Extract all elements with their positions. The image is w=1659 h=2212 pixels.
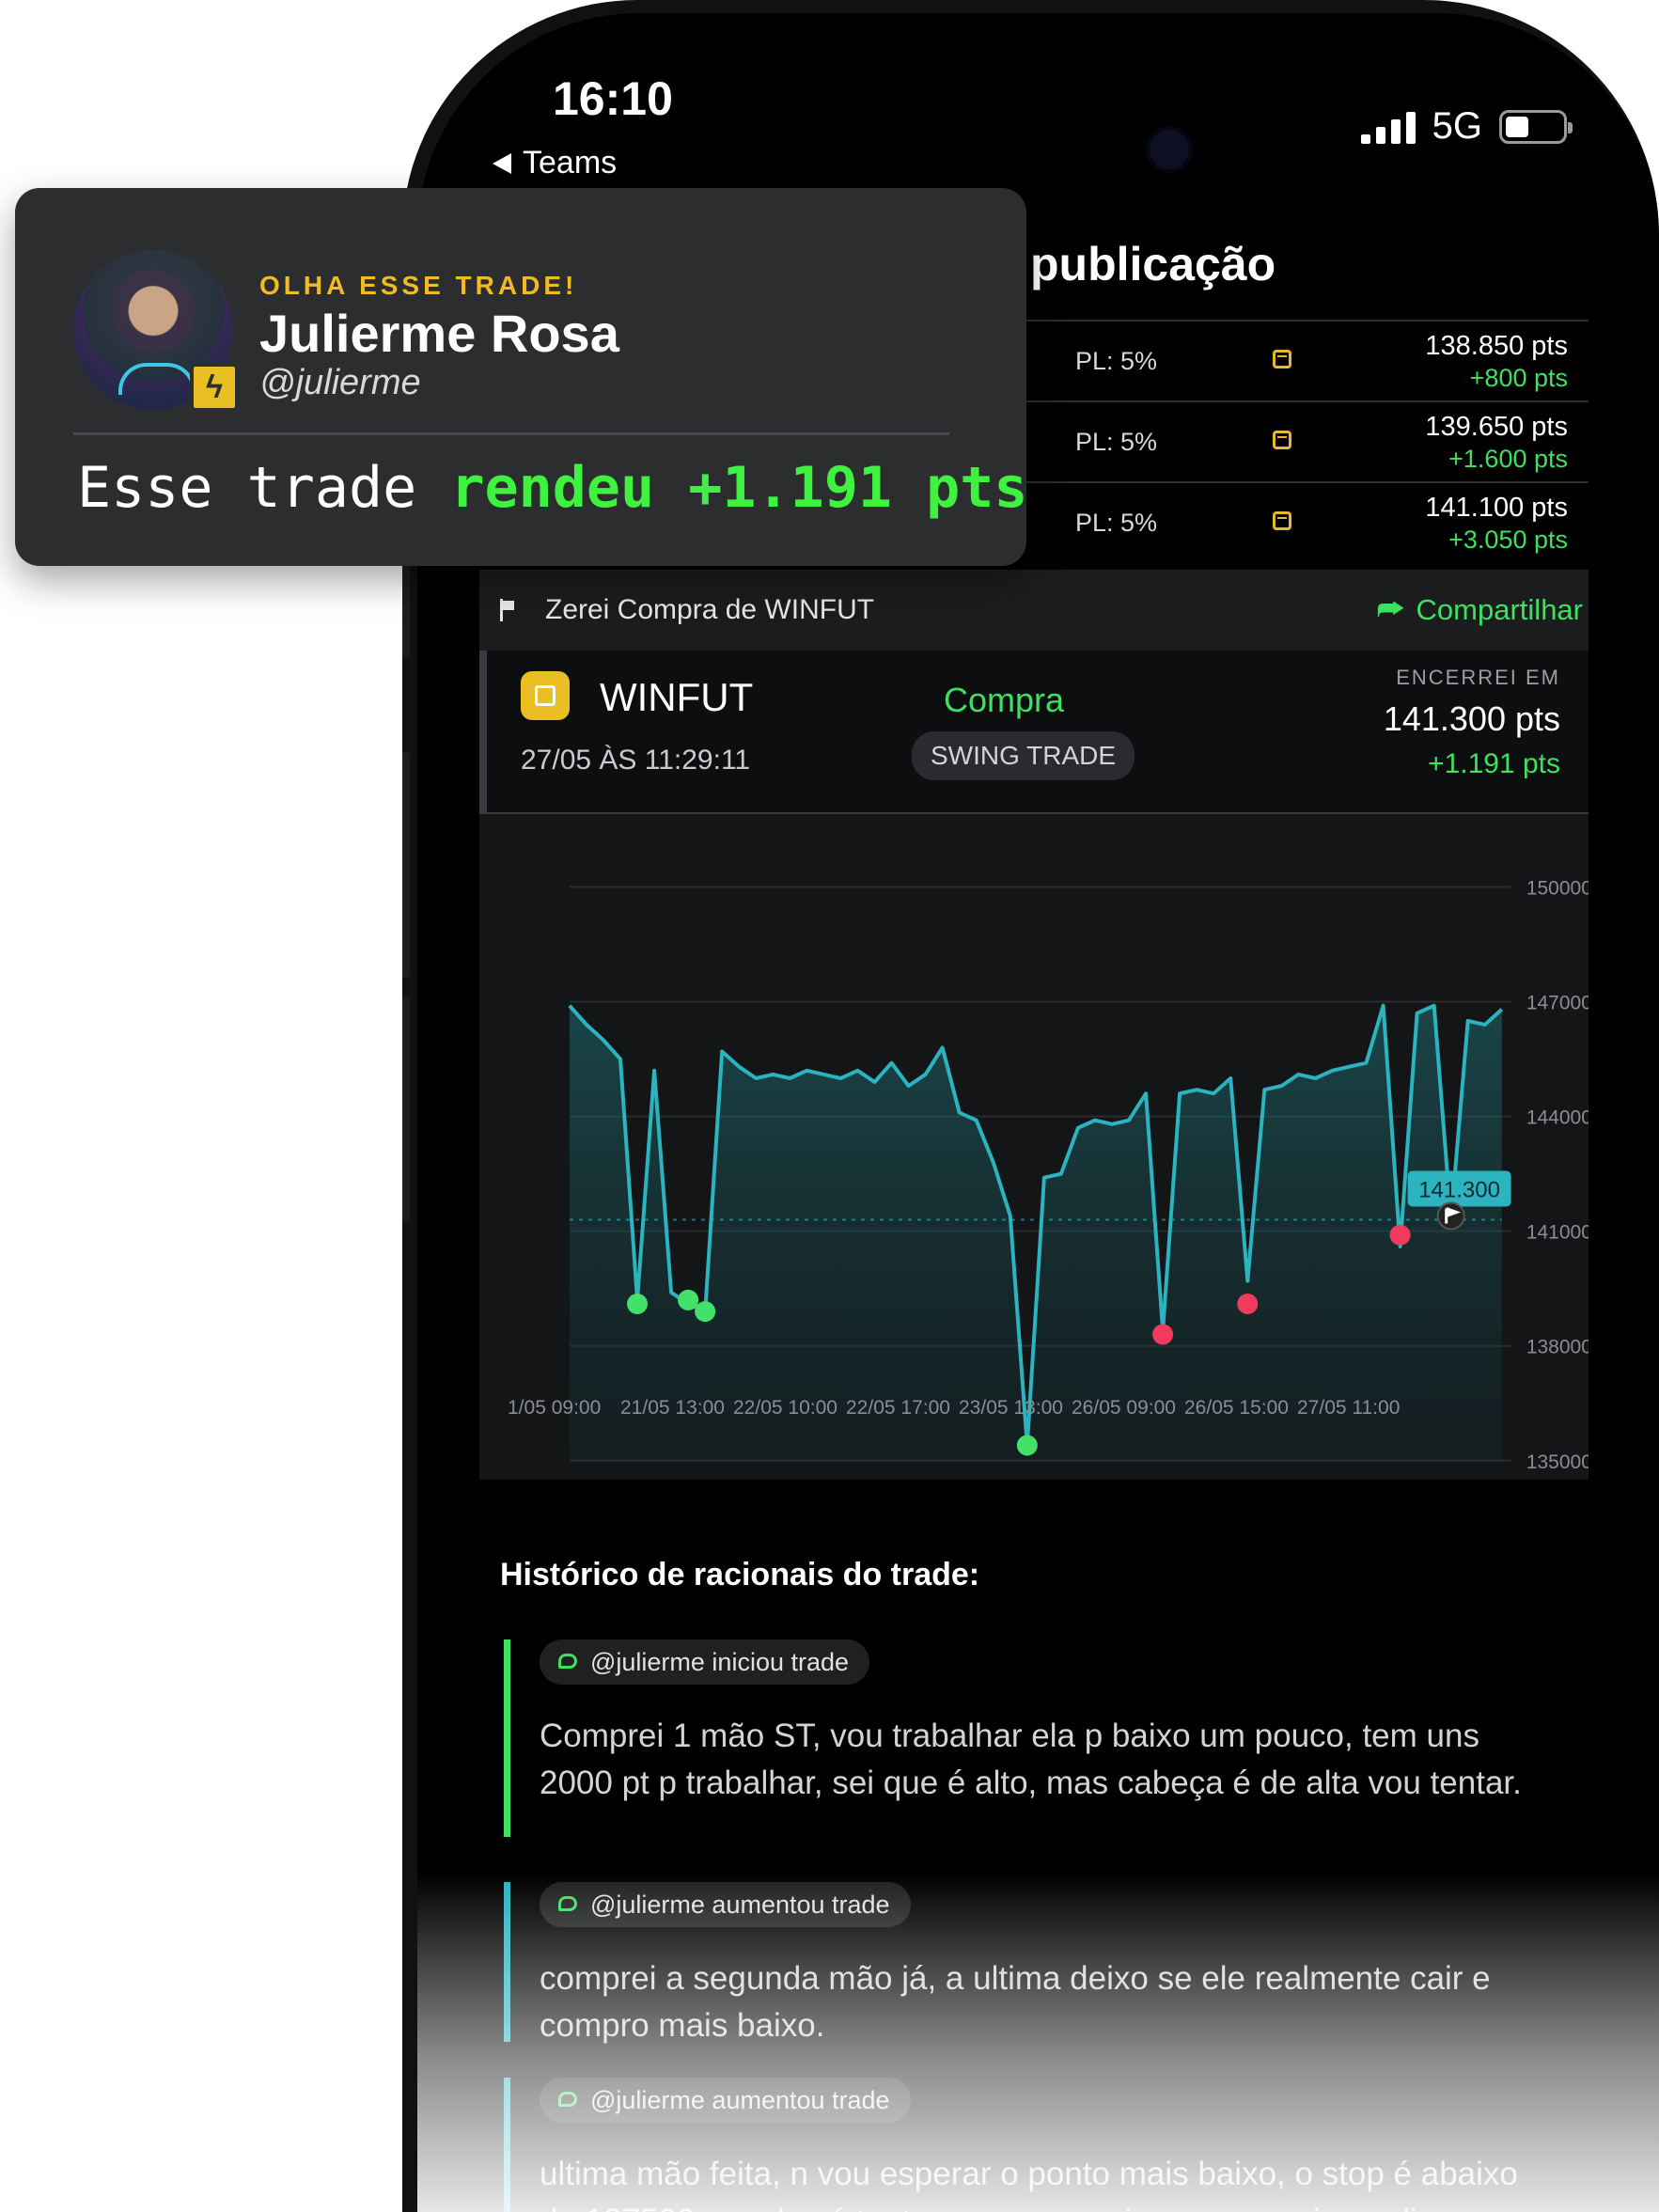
trade-row-points: 141.100 pts +3.050 pts (1425, 493, 1568, 555)
history-tag: @julierme aumentou trade (540, 2078, 911, 2123)
history-message: ultima mão feita, n vou esperar o ponto … (540, 2156, 1518, 2212)
share-label: Compartilhar (1416, 593, 1583, 626)
history-accent-bar (504, 1639, 510, 1837)
card-divider (73, 432, 949, 435)
x-tick-label: 26/05 09:00 (1072, 1397, 1176, 1419)
trade-row-price: 139.650 pts (1425, 412, 1568, 442)
flag-icon (500, 599, 519, 621)
trade-row-points: 138.850 pts +800 pts (1425, 331, 1568, 393)
closed-trade-text: Zerei Compra de WINFUT (545, 594, 875, 625)
sell-marker (1152, 1324, 1174, 1345)
closed-at-block: ENCERREI EM 141.300 pts +1.191 pts (1384, 666, 1560, 780)
price-chart[interactable]: 150000.00 147000.00 144000.00 141000.00 1380… (479, 814, 1589, 1480)
history-title: Histórico de racionais do trade: (500, 1557, 980, 1592)
trade-date: 27/05 ÀS 11:29:11 (521, 745, 751, 776)
closed-at-label: ENCERREI EM (1396, 666, 1560, 689)
back-app-label: Teams (523, 145, 618, 180)
history-tag: @julierme iniciou trade (540, 1639, 870, 1685)
share-icon: ⮫ (1376, 592, 1405, 626)
history-item: @julierme aumentou trade ultima mão feita… (504, 2078, 1557, 2212)
status-time: 16:10 (553, 72, 673, 125)
history-tag: @julierme aumentou trade (540, 1882, 911, 1927)
sell-marker (1389, 1224, 1411, 1246)
ticker-symbol: WINFUT (600, 675, 754, 719)
calendar-icon (1273, 350, 1291, 369)
history-item: @julierme aumentou trade comprei a segund… (504, 1882, 1557, 2044)
front-camera (1150, 130, 1189, 169)
history-message: Comprei 1 mão ST, vou trabalhar ela p ba… (540, 1718, 1522, 1801)
buy-marker (627, 1293, 649, 1314)
battery-icon (1499, 109, 1573, 144)
user-handle: @julierme (259, 363, 421, 402)
page-title: publicação (1030, 238, 1276, 290)
y-tick-label: 150000.00 (1526, 878, 1589, 900)
trade-row-pl: PL: 5% (1075, 508, 1158, 537)
trade-row-price: 138.850 pts (1425, 331, 1568, 361)
price-label: 141.300 (1418, 1177, 1500, 1202)
history-tag-label: @julierme iniciou trade (590, 1648, 850, 1676)
back-to-app-link[interactable]: Teams (493, 145, 617, 181)
buy-marker (678, 1289, 699, 1310)
x-tick-label: 23/05 13:00 (959, 1397, 1063, 1419)
history-item: @julierme iniciou trade Comprei 1 mão ST,… (504, 1639, 1557, 1837)
trade-row-result: +3.050 pts (1448, 526, 1568, 554)
chat-bubble-icon (558, 2092, 577, 2107)
card-eyebrow: OLHA ESSE TRADE! (259, 271, 578, 300)
ticker-icon (521, 671, 570, 720)
y-tick-label: 144000.00 (1526, 1107, 1589, 1129)
trade-row-points: 139.650 pts +1.600 pts (1425, 412, 1568, 474)
price-chart-svg: 150000.00 147000.00 144000.00 141000.00 1380… (508, 878, 1589, 1473)
calendar-icon (1273, 511, 1291, 530)
history-accent-bar (504, 1882, 510, 2042)
highlight-value: rendeu +1.191 pts (450, 455, 1028, 521)
network-label: 5G (1432, 105, 1482, 147)
y-tick-label: 147000.00 (1526, 993, 1589, 1014)
y-tick-label: 135000.00 (1526, 1451, 1589, 1473)
trade-summary-card[interactable]: WINFUT 27/05 ÀS 11:29:11 Compra SWING TR… (479, 651, 1589, 814)
history-tag-label: @julierme aumentou trade (590, 2086, 890, 2114)
trade-row-pl: PL: 5% (1075, 346, 1158, 375)
status-indicators: 5G (1360, 105, 1573, 148)
sell-marker (1237, 1293, 1259, 1314)
y-tick-label: 141000.00 (1526, 1222, 1589, 1244)
history-message: comprei a segunda mão já, a ultima deixo… (540, 1960, 1491, 2044)
y-tick-label: 138000.00 (1526, 1337, 1589, 1358)
chat-bubble-icon (558, 1896, 577, 1911)
side-button (402, 752, 410, 978)
trade-side: Compra (943, 681, 1065, 719)
exit-flag-icon (1436, 1201, 1465, 1231)
trade-result: +1.191 pts (1428, 748, 1560, 779)
trade-highlight-card: ϟ OLHA ESSE TRADE! Julierme Rosa @julier… (15, 188, 1027, 566)
closed-trade-bar: Zerei Compra de WINFUT ⮫ Compartilhar (479, 570, 1589, 651)
x-tick-label: 27/05 11:00 (1297, 1397, 1400, 1419)
side-button (402, 996, 410, 1222)
buy-marker (1016, 1435, 1038, 1456)
trade-row-price: 141.100 pts (1425, 493, 1568, 523)
x-tick-label: 26/05 15:00 (1184, 1397, 1289, 1419)
buy-marker (695, 1301, 716, 1323)
highlight-line: Esse trade rendeu +1.191 pts (77, 455, 1027, 521)
trade-row-result: +800 pts (1469, 364, 1568, 392)
calendar-icon (1273, 431, 1291, 449)
history-tag-label: @julierme aumentou trade (590, 1890, 890, 1919)
back-arrow-icon (493, 152, 511, 174)
highlight-prefix: Esse trade (77, 455, 417, 521)
trade-type-badge: SWING TRADE (912, 731, 1135, 780)
user-name: Julierme Rosa (259, 304, 619, 363)
lightning-badge-icon: ϟ (190, 363, 239, 412)
x-tick-label: 21/05 13:00 (620, 1397, 725, 1419)
signal-icon (1360, 110, 1416, 144)
x-tick-label: 1/05 09:00 (508, 1397, 601, 1419)
chat-bubble-icon (558, 1654, 577, 1669)
closed-at-value: 141.300 pts (1383, 699, 1560, 738)
x-tick-label: 22/05 17:00 (846, 1397, 950, 1419)
trade-row-pl: PL: 5% (1075, 427, 1158, 456)
trade-row-result: +1.600 pts (1448, 445, 1568, 473)
share-button[interactable]: ⮫ Compartilhar (1377, 592, 1583, 628)
x-tick-label: 22/05 10:00 (733, 1397, 837, 1419)
history-accent-bar (504, 2078, 510, 2212)
